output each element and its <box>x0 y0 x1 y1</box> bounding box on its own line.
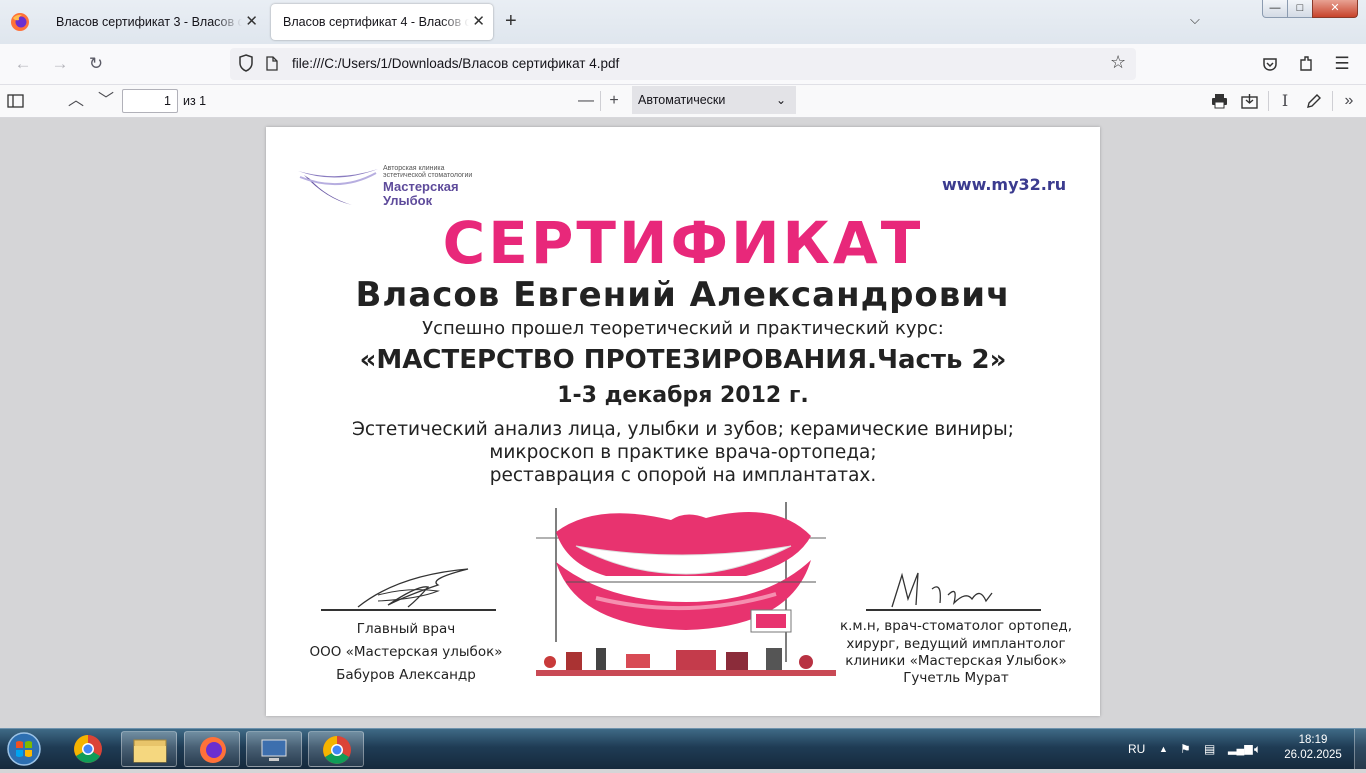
clinic-logo: Авторская клиника эстетической стоматоло… <box>296 163 486 213</box>
draw-icon[interactable] <box>1306 93 1322 109</box>
file-icon <box>266 56 278 71</box>
print-icon[interactable] <box>1211 93 1228 109</box>
zoom-select[interactable]: Автоматически ⌄ <box>632 86 796 114</box>
divider <box>600 91 601 111</box>
zoom-value: Автоматически <box>638 93 726 107</box>
course-title: «МАСТЕРСТВО ПРОТЕЗИРОВАНИЯ.Часть 2» <box>359 345 1007 375</box>
minimize-button[interactable]: — <box>1262 0 1288 18</box>
firefox-icon[interactable] <box>10 12 30 32</box>
clock-date: 26.02.2025 <box>1284 749 1342 761</box>
topic-line: Эстетический анализ лица, улыбки и зубов… <box>352 419 1014 440</box>
system-clock[interactable]: 18:19 26.02.2025 <box>1280 733 1346 763</box>
language-indicator[interactable]: RU <box>1128 729 1145 769</box>
show-desktop-button[interactable] <box>1354 729 1366 769</box>
smile-logo-icon <box>298 169 378 205</box>
folder-icon <box>133 739 167 763</box>
completion-text: Успешно прошел теоретический и практичес… <box>422 318 944 339</box>
right-signatory-line: Гучетль Мурат <box>903 670 1009 686</box>
left-signatory-line: Главный врач <box>356 621 456 637</box>
signature-line <box>866 609 1041 611</box>
left-signature <box>357 568 469 608</box>
page-count: из 1 <box>183 94 207 108</box>
topic-line: микроскоп в практике врача-ортопеда; <box>489 442 877 463</box>
tab-vlasov-4[interactable]: Власов сертификат 4 - Власов сертификат … <box>271 4 493 40</box>
topic-line: реставрация с опорой на имплантатах. <box>489 465 877 486</box>
previous-page-icon[interactable]: ︿ <box>65 90 87 112</box>
right-signatory-line: клиники «Мастерская Улыбок» <box>845 653 1067 669</box>
tab-bar: Власов сертификат 3 - Власов сертификат … <box>0 0 1366 44</box>
maximize-button[interactable]: □ <box>1287 0 1313 18</box>
explorer-taskbar-icon[interactable] <box>121 731 177 767</box>
start-button[interactable] <box>4 731 44 767</box>
navigation-bar: ← → ↻ file:///C:/Users/1/Downloads/Власо… <box>0 44 1366 85</box>
clock-time: 18:19 <box>1298 734 1328 746</box>
divider <box>1268 91 1269 111</box>
right-signatory-line: хирург, ведущий имплантолог <box>846 636 1066 652</box>
forward-icon[interactable]: → <box>49 53 71 75</box>
save-icon[interactable] <box>1241 93 1258 109</box>
chrome-icon <box>74 735 102 763</box>
text-tool-icon[interactable]: I <box>1274 90 1296 112</box>
menu-icon[interactable]: ☰ <box>1331 53 1353 75</box>
tab-vlasov-3[interactable]: Власов сертификат 3 - Власов сертификат … <box>44 4 266 40</box>
recipient-name: Власов Евгений Александрович <box>355 275 1011 315</box>
url-text[interactable]: file:///C:/Users/1/Downloads/Власов серт… <box>292 48 619 80</box>
show-hidden-icons-icon[interactable]: ▲ <box>1159 729 1168 769</box>
chrome-running-taskbar-icon[interactable] <box>308 731 364 767</box>
pocket-icon[interactable] <box>1262 56 1278 72</box>
action-center-icon[interactable]: ⚑ <box>1180 729 1191 769</box>
chrome-icon <box>323 736 351 764</box>
bookmark-star-icon[interactable]: ☆ <box>1110 52 1126 73</box>
list-all-tabs-icon[interactable]: ⌵ <box>1190 12 1200 28</box>
url-bar[interactable]: file:///C:/Users/1/Downloads/Власов серт… <box>230 48 1136 80</box>
pdf-page: Авторская клиника эстетической стоматоло… <box>266 127 1100 716</box>
chevron-down-icon: ⌄ <box>775 93 786 107</box>
close-window-button[interactable]: ✕ <box>1312 0 1358 18</box>
signature-line <box>321 609 496 611</box>
firefox-icon <box>200 737 226 763</box>
right-signature <box>891 572 993 608</box>
extensions-icon[interactable] <box>1298 55 1314 73</box>
tab-label: Власов сертификат 4 - Власов сертификат … <box>283 15 469 29</box>
left-signatory-line: ООО «Мастерская улыбок» <box>309 644 503 660</box>
taskbar: RU ▲ ⚑ ▤ ▂▄▆ 🔈︎ 18:19 26.02.2025 <box>0 728 1366 769</box>
tab-label: Власов сертификат 3 - Власов сертификат … <box>56 15 242 29</box>
page-number-input[interactable]: 1 <box>122 89 178 113</box>
firefox-taskbar-icon[interactable] <box>184 731 240 767</box>
network-app-taskbar-icon[interactable] <box>246 731 302 767</box>
right-signatory-line: к.м.н, врач-стоматолог ортопед, <box>839 618 1073 634</box>
certificate-title: СЕРТИФИКАТ <box>442 209 924 277</box>
pdf-toolbar: ︿ ﹀ 1 из 1 — + Автоматически ⌄ I » <box>0 85 1366 118</box>
shield-icon[interactable] <box>238 54 254 72</box>
device-icon[interactable]: ▤ <box>1204 729 1215 769</box>
chrome-taskbar-icon[interactable] <box>60 731 116 767</box>
tools-menu-icon[interactable]: » <box>1338 90 1360 112</box>
next-page-icon[interactable]: ﹀ <box>95 90 117 112</box>
course-dates: 1-3 декабря 2012 г. <box>557 383 809 408</box>
close-tab-icon[interactable]: ✕ <box>245 4 258 40</box>
left-signatory-line: Бабуров Александр <box>336 667 476 683</box>
zoom-out-icon[interactable]: — <box>575 90 597 112</box>
sidebar-toggle-icon[interactable] <box>7 94 24 108</box>
logo-tagline: Авторская клиника эстетической стоматоло… <box>383 165 473 179</box>
close-tab-icon[interactable]: ✕ <box>472 4 485 40</box>
new-tab-button[interactable]: + <box>505 10 517 32</box>
divider <box>1332 91 1333 111</box>
lips-illustration <box>536 502 836 676</box>
network-signal-icon[interactable]: ▂▄▆ <box>1228 729 1253 769</box>
zoom-in-icon[interactable]: + <box>603 90 625 112</box>
back-icon[interactable]: ← <box>12 53 34 75</box>
volume-icon[interactable]: 🔈︎ <box>1254 729 1261 769</box>
reload-icon[interactable]: ↻ <box>85 53 107 75</box>
logo-name: Мастерская Улыбок <box>383 179 459 208</box>
website: www.my32.ru <box>942 175 1067 194</box>
computer-icon <box>261 739 287 761</box>
